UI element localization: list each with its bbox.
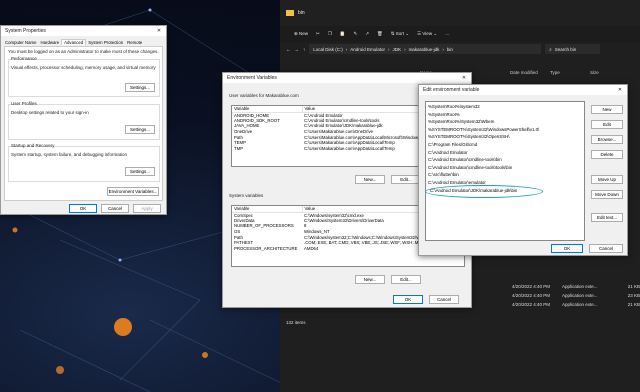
user-profiles-title: User Profiles [11,101,37,106]
browse-button[interactable]: Browse... [591,135,623,144]
user-new-button[interactable]: New... [355,175,385,184]
sort-button[interactable]: ⇅ Sort ⌄ [391,31,409,37]
list-item[interactable]: C:\Android Emulator\cmdline-tools\tools\… [428,165,582,173]
list-item[interactable]: %SYSTEMROOT%\System32\OpenSSH\ [428,134,582,142]
startup-recovery-title: Startup and Recovery [11,143,55,148]
col-date[interactable]: Date modified [510,70,550,75]
close-icon[interactable]: ✕ [461,75,467,81]
list-item[interactable]: %SystemRoot%\System32\Wbem [428,119,582,127]
forward-icon[interactable]: → [295,47,300,52]
performance-title: Performance [11,56,37,61]
system-vars-label: System variables [229,193,264,198]
user-vars-label: User variables for Makarablue.com [229,93,299,98]
performance-desc: Visual effects, processor scheduling, me… [11,65,156,70]
startup-settings-button[interactable]: Settings... [125,167,155,176]
more-icon[interactable]: ··· [445,32,450,37]
explorer-tabbar: bin [280,0,640,26]
new-entry-button[interactable]: New [591,105,623,114]
cancel-button[interactable]: Cancel [101,204,129,213]
system-edit-button[interactable]: Edit... [391,275,421,284]
list-item[interactable]: %SystemRoot%\system32 [428,104,582,112]
tab-bin[interactable]: bin [298,10,305,16]
edit-text-button[interactable]: Edit text... [591,213,623,222]
list-item[interactable]: C:\src\flutter\bin [428,172,582,180]
sysprops-panel: You must be logged on as an Administrato… [4,46,163,201]
search-input[interactable]: ⌕ Search bin [545,44,601,54]
list-item[interactable]: C:\Program Files\Git\cmd [428,142,582,150]
tab-computer-name[interactable]: Computer Name [3,40,39,45]
breadcrumb-item[interactable]: bin [447,47,453,52]
explorer-addressbar: ← → ↑ Local Disk (C:) › Android Emulator ›… [280,42,640,56]
editenv-titlebar: Edit environment variable ✕ [419,85,627,95]
envvars-titlebar: Environment Variables ✕ [223,73,471,83]
cut-icon[interactable]: ✂ [316,31,320,37]
breadcrumb-item[interactable]: Local Disk (C:) [313,47,343,52]
move-down-button[interactable]: Move Down [591,190,623,199]
ok-button[interactable]: OK [393,295,423,304]
ok-button[interactable]: OK [551,244,583,253]
delete-entry-button[interactable]: Delete [591,150,623,159]
admin-note: You must be logged on as an Administrato… [8,49,159,54]
tab-system-protection[interactable]: System Protection [86,40,125,45]
close-icon[interactable]: ✕ [156,28,162,34]
view-button[interactable]: ☰ View ⌄ [417,31,437,37]
list-item[interactable]: %SYSTEMROOT%\System32\WindowsPowerShell\… [428,127,582,135]
sysprops-tabs: Computer Name Hardware Advanced System P… [1,36,166,45]
share-icon[interactable]: ↗ [365,31,369,37]
sysprops-titlebar: System Properties ✕ [1,26,166,36]
close-icon[interactable]: ✕ [617,87,623,93]
folder-icon [286,10,294,16]
cancel-button[interactable]: Cancel [589,244,623,253]
new-button[interactable]: ⊕ New [294,31,308,37]
col-type[interactable]: Type [550,70,590,75]
delete-icon[interactable]: 🗑 [377,31,383,37]
breadcrumb-item[interactable]: makarablue-jdk [409,47,440,52]
list-item[interactable]: C:\Android Emulator [428,150,582,158]
user-edit-button[interactable]: Edit... [391,175,421,184]
tab-hardware[interactable]: Hardware [39,40,62,45]
tab-remote[interactable]: Remote [125,40,144,45]
path-entries-list[interactable]: %SystemRoot%\system32 %SystemRoot% %Syst… [425,101,585,241]
performance-settings-button[interactable]: Settings... [125,83,155,92]
startup-recovery-desc: System startup, system failure, and debu… [11,152,128,157]
system-properties-window: System Properties ✕ Computer Name Hardwa… [0,25,167,215]
edit-entry-button[interactable]: Edit [591,120,623,129]
search-icon: ⌕ [549,46,552,52]
rename-icon[interactable]: ✎ [353,31,357,37]
tab-advanced[interactable]: Advanced [61,39,87,45]
list-item[interactable]: C:\Android Emulator\cmdline-tools\bin [428,157,582,165]
back-icon[interactable]: ← [286,47,291,52]
cancel-button[interactable]: Cancel [429,295,459,304]
status-bar: 132 items [286,320,306,325]
environment-variables-button[interactable]: Environment Variables... [107,187,159,196]
col-size[interactable]: Size [590,70,620,75]
system-new-button[interactable]: New... [355,275,385,284]
breadcrumb-item[interactable]: JDK [393,47,402,52]
user-profiles-desc: Desktop settings related to your sign-in [11,110,89,115]
apply-button[interactable]: Apply [133,204,161,213]
copy-icon[interactable]: ❐ [328,31,332,37]
ok-button[interactable]: OK [69,204,97,213]
explorer-commandbar: ⊕ New ✂ ❐ 📋 ✎ ↗ 🗑 ⇅ Sort ⌄ ☰ View ⌄ ··· [280,26,640,42]
edit-environment-variable-window: Edit environment variable ✕ %SystemRoot%… [418,84,628,256]
move-up-button[interactable]: Move Up [591,175,623,184]
paste-icon[interactable]: 📋 [340,31,346,37]
highlight-ellipse [426,184,543,198]
user-profiles-settings-button[interactable]: Settings... [125,125,155,134]
breadcrumb[interactable]: Local Disk (C:) › Android Emulator › JDK › … [309,44,542,54]
up-icon[interactable]: ↑ [303,47,305,52]
breadcrumb-item[interactable]: Android Emulator [350,47,385,52]
list-item[interactable]: %SystemRoot% [428,112,582,120]
list-item-selected[interactable]: C:\Android Emulator\JDK\makarablue-jdk\b… [426,184,582,198]
